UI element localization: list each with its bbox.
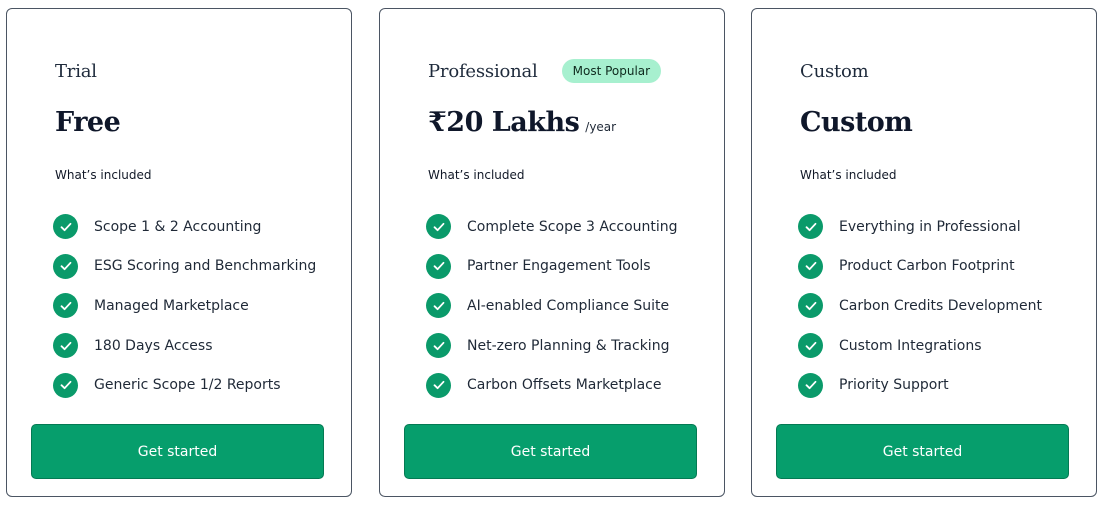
included-heading: What’s included bbox=[55, 168, 152, 182]
check-circle-icon bbox=[53, 372, 78, 398]
feature-item: Generic Scope 1/2 Reports bbox=[53, 365, 316, 405]
feature-label: Managed Marketplace bbox=[94, 297, 249, 314]
feature-label: Net-zero Planning & Tracking bbox=[467, 337, 670, 354]
check-circle-icon bbox=[426, 293, 451, 319]
feature-item: AI-enabled Compliance Suite bbox=[426, 286, 678, 326]
check-circle-icon bbox=[426, 214, 451, 240]
feature-label: Carbon Offsets Marketplace bbox=[467, 377, 662, 394]
feature-item: Product Carbon Footprint bbox=[798, 247, 1042, 287]
plan-card-trial: Trial Free What’s included Scope 1 & 2 A… bbox=[6, 8, 352, 497]
check-circle-icon bbox=[798, 214, 823, 240]
check-circle-icon bbox=[53, 253, 78, 279]
get-started-button[interactable]: Get started bbox=[776, 424, 1069, 479]
feature-label: Everything in Professional bbox=[839, 218, 1021, 235]
plan-name: Professional bbox=[428, 60, 538, 82]
check-circle-icon bbox=[798, 333, 823, 359]
feature-label: Custom Integrations bbox=[839, 337, 982, 354]
included-heading: What’s included bbox=[428, 168, 525, 182]
plan-price: Free bbox=[55, 107, 121, 138]
feature-item: Managed Marketplace bbox=[53, 286, 316, 326]
feature-label: Scope 1 & 2 Accounting bbox=[94, 218, 262, 235]
feature-item: Carbon Offsets Marketplace bbox=[426, 365, 678, 405]
feature-item: Everything in Professional bbox=[798, 207, 1042, 247]
feature-item: Carbon Credits Development bbox=[798, 286, 1042, 326]
feature-label: Product Carbon Footprint bbox=[839, 258, 1015, 275]
check-circle-icon bbox=[426, 253, 451, 279]
get-started-button[interactable]: Get started bbox=[31, 424, 324, 479]
feature-label: ESG Scoring and Benchmarking bbox=[94, 258, 317, 275]
plan-price: Custom bbox=[800, 107, 913, 138]
feature-item: 180 Days Access bbox=[53, 326, 316, 366]
feature-list: Scope 1 & 2 Accounting ESG Scoring and B… bbox=[53, 207, 316, 405]
feature-label: Complete Scope 3 Accounting bbox=[467, 218, 678, 235]
plan-price: ₹20 Lakhs bbox=[428, 107, 580, 138]
feature-item: Custom Integrations bbox=[798, 326, 1042, 366]
feature-list: Everything in Professional Product Carbo… bbox=[798, 207, 1042, 405]
included-heading: What’s included bbox=[800, 168, 897, 182]
plan-card-custom: Custom Custom What’s included Everything… bbox=[751, 8, 1097, 497]
plan-name: Trial bbox=[55, 60, 97, 82]
feature-list: Complete Scope 3 Accounting Partner Enga… bbox=[426, 207, 678, 405]
check-circle-icon bbox=[53, 333, 78, 359]
check-circle-icon bbox=[53, 293, 78, 319]
feature-label: Priority Support bbox=[839, 377, 949, 394]
check-circle-icon bbox=[798, 253, 823, 279]
plan-card-professional: Professional Most Popular ₹20 Lakhs /yea… bbox=[379, 8, 725, 497]
feature-label: Generic Scope 1/2 Reports bbox=[94, 377, 281, 394]
price-period: /year bbox=[585, 120, 617, 134]
feature-label: AI-enabled Compliance Suite bbox=[467, 297, 670, 314]
check-circle-icon bbox=[798, 372, 823, 398]
feature-item: Priority Support bbox=[798, 365, 1042, 405]
feature-item: Partner Engagement Tools bbox=[426, 247, 678, 287]
check-circle-icon bbox=[53, 214, 78, 240]
feature-item: Net-zero Planning & Tracking bbox=[426, 326, 678, 366]
feature-item: Complete Scope 3 Accounting bbox=[426, 207, 678, 247]
check-circle-icon bbox=[426, 372, 451, 398]
feature-label: 180 Days Access bbox=[94, 337, 213, 354]
feature-item: Scope 1 & 2 Accounting bbox=[53, 207, 316, 247]
feature-label: Partner Engagement Tools bbox=[467, 258, 651, 275]
feature-label: Carbon Credits Development bbox=[839, 297, 1042, 314]
plan-name: Custom bbox=[800, 60, 869, 82]
check-circle-icon bbox=[426, 333, 451, 359]
most-popular-badge: Most Popular bbox=[561, 59, 662, 83]
get-started-button[interactable]: Get started bbox=[404, 424, 697, 479]
check-circle-icon bbox=[798, 293, 823, 319]
feature-item: ESG Scoring and Benchmarking bbox=[53, 247, 316, 287]
